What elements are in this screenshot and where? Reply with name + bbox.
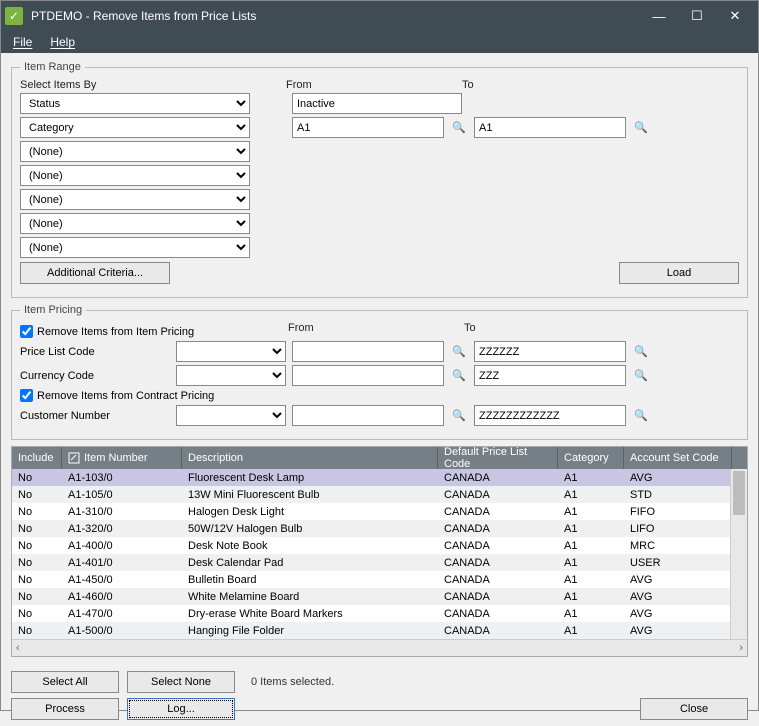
scrollbar-vertical[interactable] — [730, 469, 747, 639]
close-button[interactable]: Close — [640, 698, 748, 720]
table-row[interactable]: NoA1-450/0Bulletin BoardCANADAA1AVG — [12, 571, 747, 588]
additional-criteria-button[interactable]: Additional Criteria... — [20, 262, 170, 284]
select-by-0[interactable]: Status — [20, 93, 250, 114]
maximize-button[interactable]: ☐ — [678, 2, 716, 30]
chk-remove-contract-pricing[interactable] — [20, 389, 33, 402]
label-plc: Price List Code — [20, 346, 170, 358]
plc-from[interactable] — [292, 341, 444, 362]
cust-select[interactable] — [176, 405, 286, 426]
process-button[interactable]: Process — [11, 698, 119, 720]
select-by-1[interactable]: Category — [20, 117, 250, 138]
cc-select[interactable] — [176, 365, 286, 386]
lookup-icon[interactable]: 🔍 — [632, 119, 650, 137]
lookup-icon[interactable]: 🔍 — [632, 407, 650, 425]
label-cc: Currency Code — [20, 370, 170, 382]
label-to-pricing: To — [464, 322, 476, 339]
minimize-button[interactable]: ― — [640, 2, 678, 30]
lookup-icon[interactable]: 🔍 — [450, 407, 468, 425]
select-by-2[interactable]: (None) — [20, 141, 250, 162]
col-item-number[interactable]: Item Number — [62, 447, 182, 469]
log-button[interactable]: Log... — [127, 698, 235, 720]
lookup-icon[interactable]: 🔍 — [450, 367, 468, 385]
to-1[interactable] — [474, 117, 626, 138]
app-icon: ✓ — [5, 7, 23, 25]
load-button[interactable]: Load — [619, 262, 739, 284]
lookup-icon[interactable]: 🔍 — [632, 343, 650, 361]
select-by-3[interactable]: (None) — [20, 165, 250, 186]
lookup-icon[interactable]: 🔍 — [450, 119, 468, 137]
from-0[interactable] — [292, 93, 462, 114]
select-by-6[interactable]: (None) — [20, 237, 250, 258]
table-row[interactable]: NoA1-470/0Dry-erase White Board MarkersC… — [12, 605, 747, 622]
scroll-left-icon[interactable]: ‹ — [16, 642, 20, 654]
item-range-group: Item Range Select Items By From To Statu… — [11, 61, 748, 298]
col-default-plc[interactable]: Default Price List Code — [438, 447, 558, 469]
lookup-icon[interactable]: 🔍 — [450, 343, 468, 361]
titlebar: ✓ PTDEMO - Remove Items from Price Lists… — [1, 1, 758, 31]
items-grid: Include Item Number Description Default … — [11, 446, 748, 657]
col-category[interactable]: Category — [558, 447, 624, 469]
cust-from[interactable] — [292, 405, 444, 426]
window-title: PTDEMO - Remove Items from Price Lists — [31, 9, 640, 23]
menu-file[interactable]: File — [13, 35, 32, 49]
scrollbar-horizontal[interactable]: ‹› — [12, 639, 747, 656]
table-row[interactable]: NoA1-310/0Halogen Desk LightCANADAA1FIFO — [12, 503, 747, 520]
table-row[interactable]: NoA1-105/013W Mini Fluorescent BulbCANAD… — [12, 486, 747, 503]
item-pricing-legend: Item Pricing — [20, 304, 86, 316]
table-row[interactable]: NoA1-103/0Fluorescent Desk LampCANADAA1A… — [12, 469, 747, 486]
close-window-button[interactable]: ✕ — [716, 2, 754, 30]
from-1[interactable] — [292, 117, 444, 138]
label-select-by: Select Items By — [20, 79, 250, 91]
item-pricing-group: Item Pricing Remove Items from Item Pric… — [11, 304, 748, 440]
col-description[interactable]: Description — [182, 447, 438, 469]
table-row[interactable]: NoA1-400/0Desk Note BookCANADAA1MRC — [12, 537, 747, 554]
cust-to[interactable] — [474, 405, 626, 426]
scroll-right-icon[interactable]: › — [739, 642, 743, 654]
chk-remove-item-pricing[interactable] — [20, 325, 33, 338]
select-none-button[interactable]: Select None — [127, 671, 235, 693]
plc-to[interactable] — [474, 341, 626, 362]
label-cust: Customer Number — [20, 410, 170, 422]
table-row[interactable]: NoA1-500/0Hanging File FolderCANADAA1AVG — [12, 622, 747, 639]
table-row[interactable]: NoA1-460/0White Melamine BoardCANADAA1AV… — [12, 588, 747, 605]
table-row[interactable]: NoA1-320/050W/12V Halogen BulbCANADAA1LI… — [12, 520, 747, 537]
status-text: 0 Items selected. — [251, 676, 334, 688]
select-by-4[interactable]: (None) — [20, 189, 250, 210]
label-to: To — [462, 79, 474, 91]
chk-remove-item-pricing-label: Remove Items from Item Pricing — [37, 326, 194, 338]
col-account-set[interactable]: Account Set Code — [624, 447, 732, 469]
grid-header: Include Item Number Description Default … — [12, 447, 747, 469]
cc-to[interactable] — [474, 365, 626, 386]
menu-help[interactable]: Help — [50, 35, 75, 49]
label-from: From — [286, 79, 462, 91]
edit-icon — [68, 452, 80, 464]
plc-select[interactable] — [176, 341, 286, 362]
select-all-button[interactable]: Select All — [11, 671, 119, 693]
lookup-icon[interactable]: 🔍 — [632, 367, 650, 385]
chk-remove-contract-pricing-label: Remove Items from Contract Pricing — [37, 390, 214, 402]
table-row[interactable]: NoA1-401/0Desk Calendar PadCANADAA1USER — [12, 554, 747, 571]
select-by-5[interactable]: (None) — [20, 213, 250, 234]
item-range-legend: Item Range — [20, 61, 85, 73]
label-from-pricing: From — [288, 322, 464, 339]
menubar: File Help — [1, 31, 758, 53]
cc-from[interactable] — [292, 365, 444, 386]
col-include[interactable]: Include — [12, 447, 62, 469]
